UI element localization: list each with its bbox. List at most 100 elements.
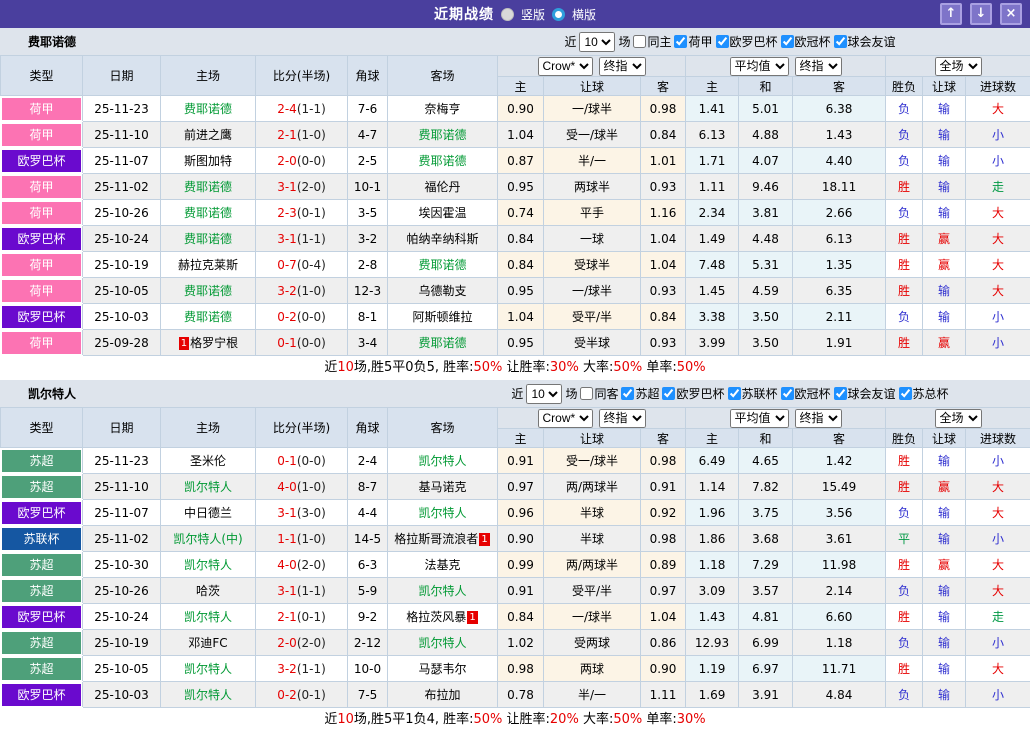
goals-result-cell: 小 [966, 148, 1030, 174]
score-cell: 1-1(1-0) [256, 526, 348, 552]
close-button[interactable]: × [1000, 3, 1022, 25]
same-venue-label: 同主 [647, 33, 671, 50]
home-team-cell: 凯尔特人 [161, 656, 256, 682]
handicap-result-cell: 输 [923, 122, 966, 148]
away-team-cell: 埃因霍温 [388, 200, 498, 226]
avg-draw-cell: 7.82 [739, 474, 793, 500]
handicap-result-cell: 赢 [923, 226, 966, 252]
scroll-up-button[interactable]: ↑ [940, 3, 962, 25]
same-venue-checkbox[interactable] [580, 387, 593, 400]
column-subheader: 主 [686, 77, 739, 96]
odds-away-cell: 0.86 [641, 630, 686, 656]
average-select[interactable]: 平均值 [730, 409, 789, 428]
average-header-cell: 平均值终指 [686, 408, 886, 429]
league-filter-checkbox[interactable] [781, 387, 794, 400]
vertical-layout-label[interactable]: 竖版 [521, 6, 545, 23]
summary-part: 50% [473, 360, 502, 375]
away-team-cell: 基马诺克 [388, 474, 498, 500]
match-row: 欧罗巴杯25-10-24费耶诺德3-1(1-1)3-2帕纳辛纳科斯0.84一球1… [1, 226, 1030, 252]
avg-away-cell: 2.66 [793, 200, 886, 226]
goals-result-cell: 小 [966, 330, 1030, 356]
league-filter-checkbox[interactable] [662, 387, 675, 400]
avg-away-cell: 6.38 [793, 96, 886, 122]
bookmaker-final-select[interactable]: 终指 [599, 57, 646, 76]
odds-away-cell: 0.98 [641, 526, 686, 552]
handicap-result-cell: 输 [923, 148, 966, 174]
odds-home-cell: 0.95 [498, 330, 544, 356]
league-filter-checkbox[interactable] [674, 35, 687, 48]
league-filter-checkbox[interactable] [728, 387, 741, 400]
league-filter-label: 欧罗巴杯 [730, 33, 778, 50]
scope-select[interactable]: 全场 [935, 57, 982, 76]
match-count-select[interactable]: 10 [579, 32, 615, 52]
summary-part: 10 [337, 360, 354, 375]
corners-cell: 10-1 [348, 174, 388, 200]
goals-result-cell: 大 [966, 578, 1030, 604]
league-filter-checkbox[interactable] [621, 387, 634, 400]
odds-away-cell: 0.98 [641, 96, 686, 122]
match-row: 荷甲25-11-23费耶诺德2-4(1-1)7-6奈梅亨0.90一/球半0.98… [1, 96, 1030, 122]
league-filter-checkbox[interactable] [834, 35, 847, 48]
result-cell: 胜 [886, 252, 923, 278]
league-filter-checkbox[interactable] [781, 35, 794, 48]
date-cell: 25-11-23 [83, 96, 161, 122]
handicap-result-cell: 赢 [923, 474, 966, 500]
league-filter-label: 荷甲 [688, 33, 712, 50]
league-badge: 荷甲 [2, 280, 81, 302]
league-badge: 苏超 [2, 450, 81, 472]
average-final-select[interactable]: 终指 [795, 57, 842, 76]
horizontal-layout-label[interactable]: 横版 [572, 6, 596, 23]
odds-home-cell: 0.97 [498, 474, 544, 500]
avg-away-cell: 3.56 [793, 500, 886, 526]
avg-away-cell: 6.13 [793, 226, 886, 252]
avg-draw-cell: 3.50 [739, 330, 793, 356]
scroll-down-button[interactable]: ↓ [970, 3, 992, 25]
result-cell: 胜 [886, 604, 923, 630]
league-filter: 荷甲 [674, 33, 712, 50]
score-cell: 0-2(0-0) [256, 304, 348, 330]
summary-part: 10 [337, 712, 354, 727]
odds-home-cell: 0.98 [498, 656, 544, 682]
avg-home-cell: 1.43 [686, 604, 739, 630]
league-filter-checkbox[interactable] [834, 387, 847, 400]
result-cell: 胜 [886, 278, 923, 304]
vertical-layout-radio[interactable] [501, 8, 514, 21]
home-team-cell: 费耶诺德 [161, 174, 256, 200]
league-filter: 球会友谊 [834, 385, 896, 402]
avg-home-cell: 7.48 [686, 252, 739, 278]
result-cell: 胜 [886, 552, 923, 578]
same-venue-checkbox[interactable] [633, 35, 646, 48]
match-row: 苏超25-10-05凯尔特人3-2(1-1)10-0马瑟韦尔0.98两球0.90… [1, 656, 1030, 682]
horizontal-layout-radio[interactable] [552, 8, 565, 21]
near-label: 近 [511, 385, 523, 402]
league-filter-checkbox[interactable] [716, 35, 729, 48]
column-header: 主场 [161, 56, 256, 96]
avg-away-cell: 1.18 [793, 630, 886, 656]
column-subheader: 和 [739, 77, 793, 96]
avg-draw-cell: 4.65 [739, 448, 793, 474]
bookmaker-select[interactable]: Crow* [538, 57, 593, 76]
away-team-cell: 格拉斯哥流浪者1 [388, 526, 498, 552]
match-count-select[interactable]: 10 [526, 384, 562, 404]
league-cell: 苏超 [1, 578, 83, 604]
bookmaker-select[interactable]: Crow* [538, 409, 593, 428]
average-select[interactable]: 平均值 [730, 57, 789, 76]
league-badge: 欧罗巴杯 [2, 502, 81, 524]
average-final-select[interactable]: 终指 [795, 409, 842, 428]
corners-cell: 3-5 [348, 200, 388, 226]
score-cell: 2-1(1-0) [256, 122, 348, 148]
avg-draw-cell: 4.48 [739, 226, 793, 252]
odds-away-cell: 0.93 [641, 330, 686, 356]
near-label: 近 [564, 33, 576, 50]
league-filter: 欧冠杯 [781, 385, 831, 402]
avg-away-cell: 6.60 [793, 604, 886, 630]
avg-home-cell: 1.45 [686, 278, 739, 304]
away-team-cell: 福伦丹 [388, 174, 498, 200]
avg-draw-cell: 3.81 [739, 200, 793, 226]
league-filter-checkbox[interactable] [899, 387, 912, 400]
league-cell: 荷甲 [1, 252, 83, 278]
match-row: 荷甲25-09-281格罗宁根0-1(0-0)3-4费耶诺德0.95受半球0.9… [1, 330, 1030, 356]
bookmaker-final-select[interactable]: 终指 [599, 409, 646, 428]
scope-select[interactable]: 全场 [935, 409, 982, 428]
result-cell: 负 [886, 304, 923, 330]
